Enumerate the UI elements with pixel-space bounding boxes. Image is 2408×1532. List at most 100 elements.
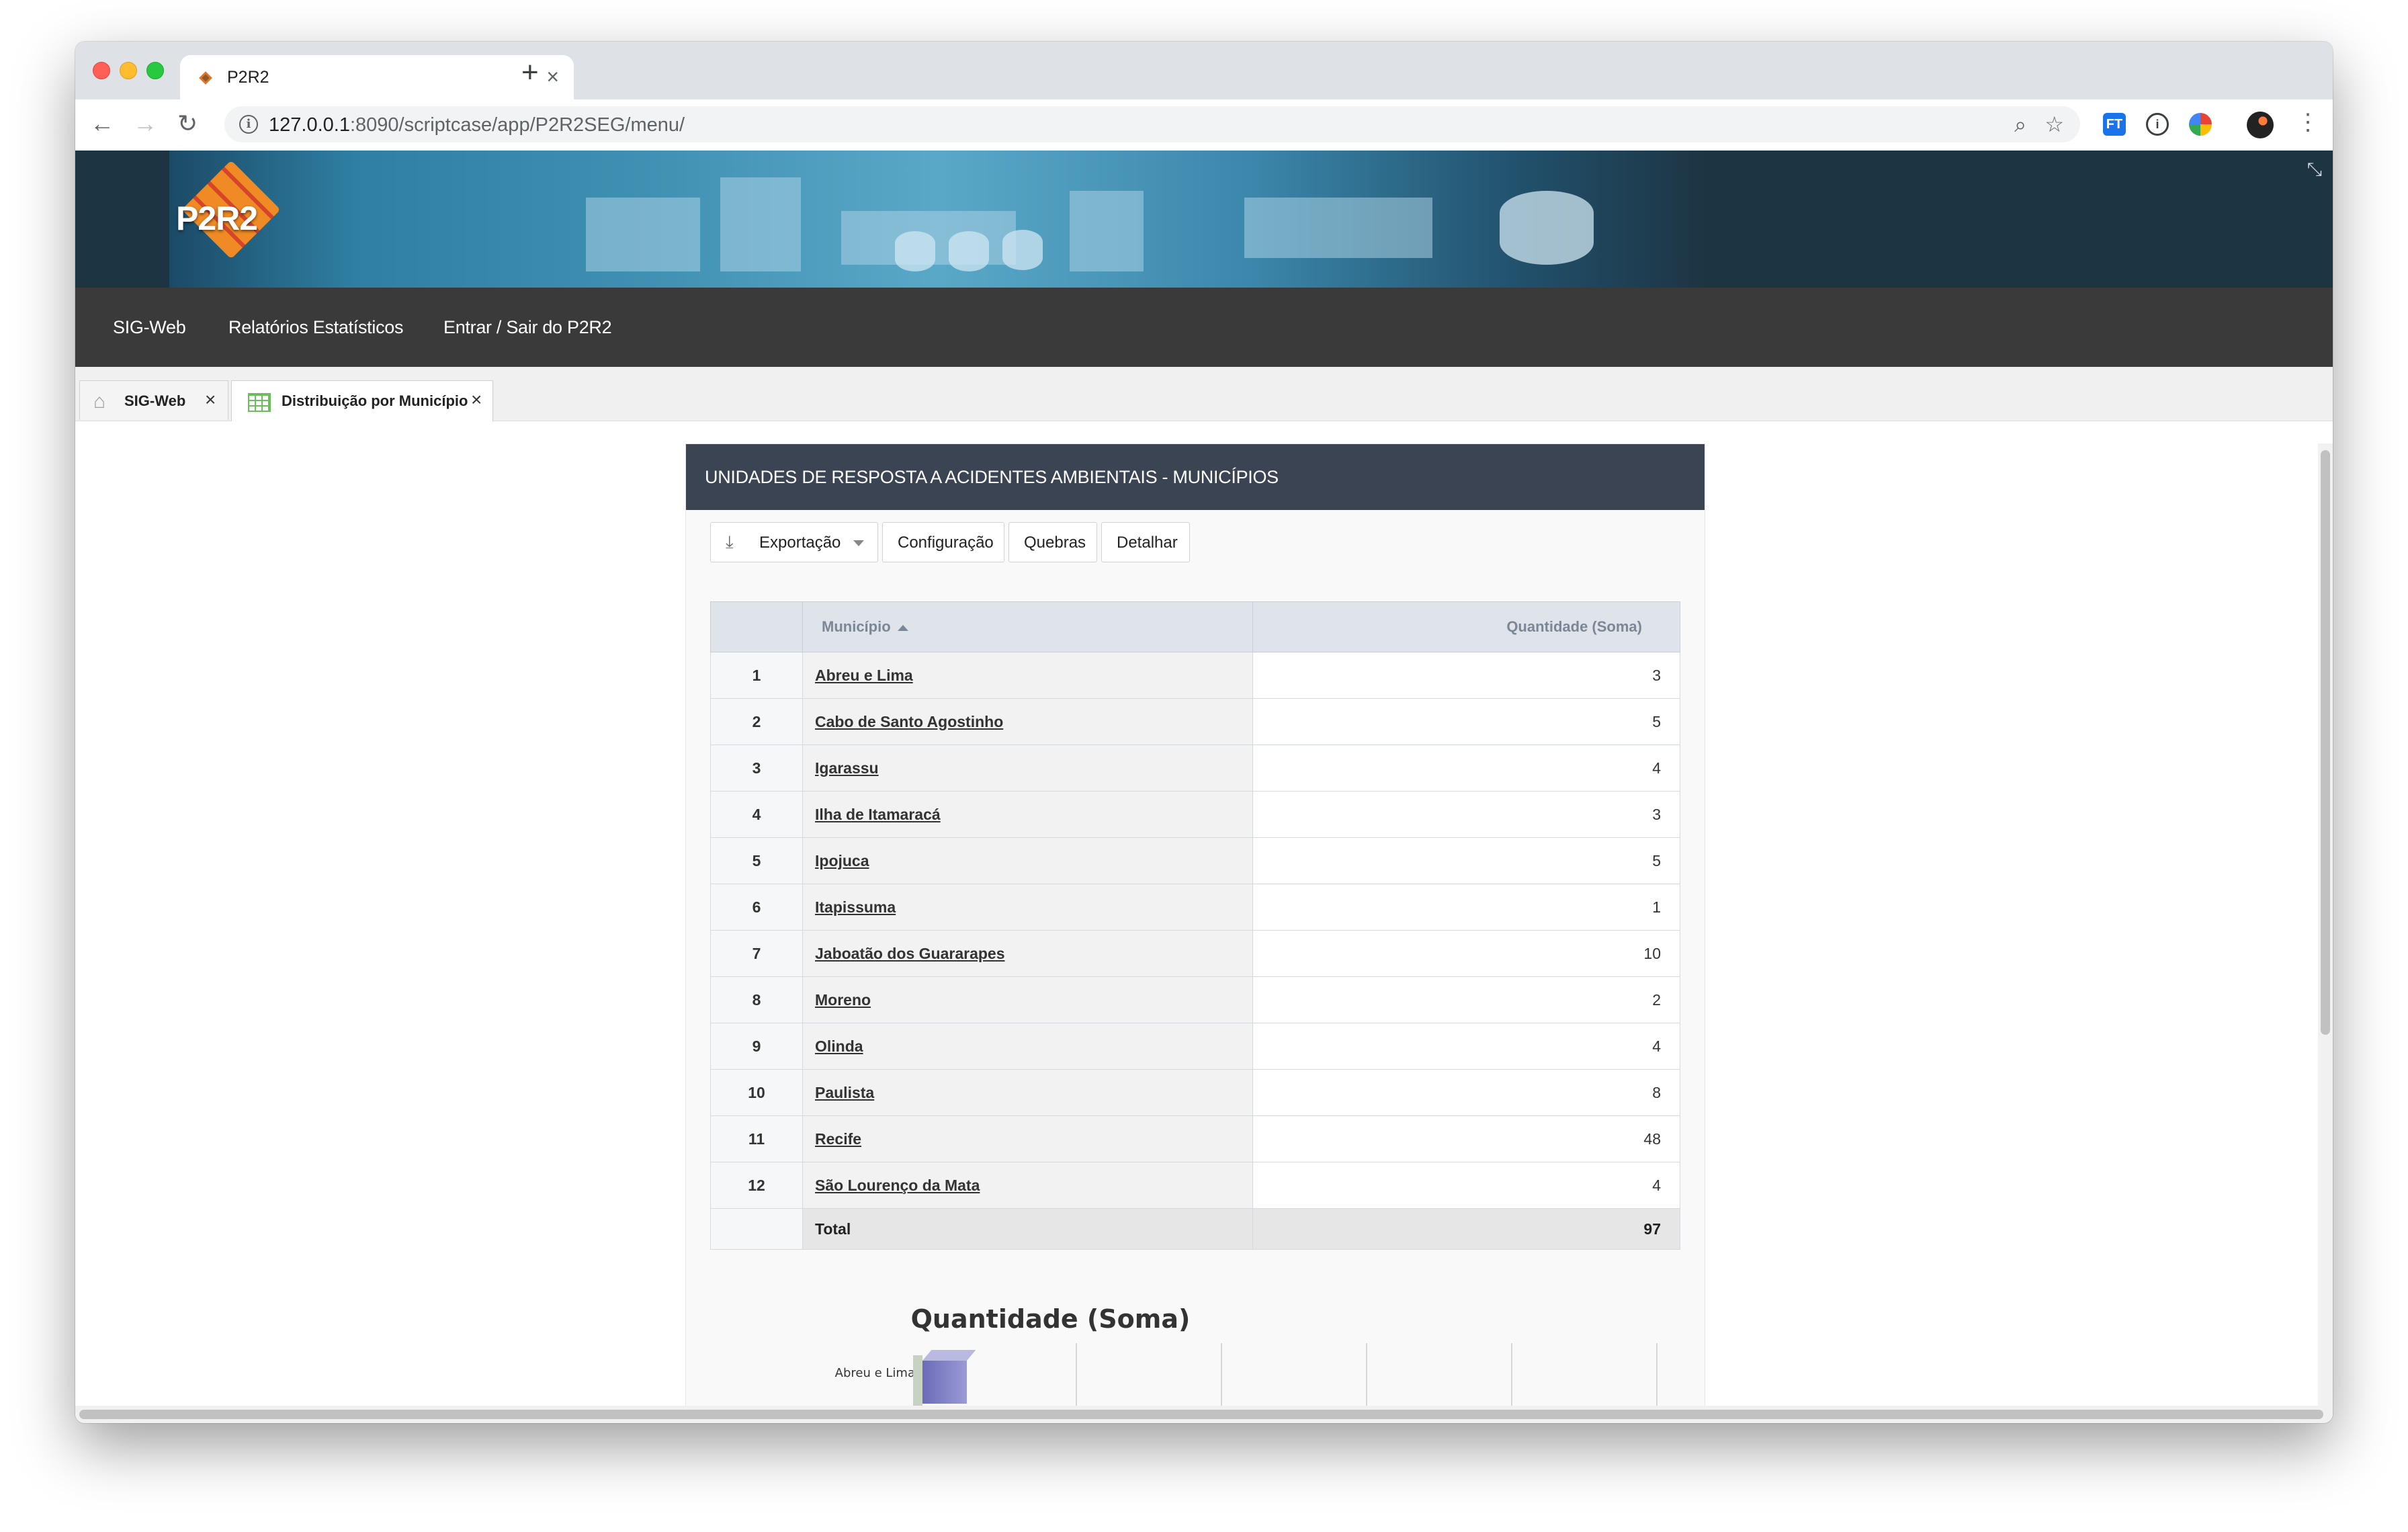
close-tab-icon[interactable]: × — [546, 65, 559, 89]
chart-bar-side — [913, 1355, 922, 1409]
municipio-link[interactable]: Jaboatão dos Guararapes — [815, 945, 1005, 962]
municipio-link[interactable]: São Lourenço da Mata — [815, 1177, 980, 1194]
table-row: 1 Abreu e Lima 3 — [710, 652, 1680, 699]
extension-ft-icon[interactable]: FT — [2103, 113, 2126, 136]
zoom-window-button[interactable] — [146, 62, 164, 79]
municipio-cell: Ipojuca — [802, 837, 1253, 884]
site-info-icon[interactable]: i — [239, 115, 258, 134]
quantidade-cell: 5 — [1252, 698, 1680, 745]
municipio-link[interactable]: Ipojuca — [815, 852, 869, 869]
quantidade-cell: 4 — [1252, 744, 1680, 792]
municipio-link[interactable]: Moreno — [815, 991, 871, 1009]
config-button[interactable]: Configuração — [882, 522, 1004, 562]
browser-toolbar: ← → ↻ i 127.0.0.1:8090/scriptcase/app/P2… — [75, 99, 2333, 151]
breaks-label: Quebras — [1024, 534, 1086, 552]
row-number: 4 — [710, 791, 803, 838]
close-tab-distribuicao-icon[interactable]: × — [471, 389, 482, 411]
url-text[interactable]: 127.0.0.1:8090/scriptcase/app/P2R2SEG/me… — [269, 114, 685, 136]
municipio-cell: Abreu e Lima — [802, 652, 1253, 699]
row-number: 9 — [710, 1023, 803, 1070]
row-number: 1 — [710, 652, 803, 699]
back-arrow-icon[interactable]: ← — [90, 110, 114, 137]
breaks-button[interactable]: Quebras — [1008, 522, 1097, 562]
tab-distribuicao-label: Distribuição por Município — [282, 392, 468, 409]
menu-item-relatorios[interactable]: Relatórios Estatísticos — [228, 317, 404, 338]
vertical-scrollbar[interactable] — [2318, 443, 2333, 1423]
municipio-link[interactable]: Olinda — [815, 1037, 863, 1055]
row-number: 6 — [710, 884, 803, 931]
browser-menu-icon[interactable]: ⋮ — [2296, 109, 2319, 136]
horizontal-scroll-thumb[interactable] — [79, 1410, 2323, 1419]
municipio-link[interactable]: Cabo de Santo Agostinho — [815, 713, 1003, 730]
profile-avatar[interactable] — [2247, 112, 2274, 138]
sort-ascending-icon[interactable] — [897, 624, 908, 631]
municipio-link[interactable]: Paulista — [815, 1084, 874, 1101]
table-row: 2 Cabo de Santo Agostinho 5 — [710, 698, 1680, 745]
municipio-link[interactable]: Recife — [815, 1130, 861, 1148]
tab-sig-web[interactable]: ⌂ SIG-Web × — [79, 380, 228, 420]
chart-title: Quantidade (Soma) — [910, 1304, 1191, 1334]
quantidade-cell: 10 — [1252, 930, 1680, 977]
app-tabs-bar: ⌂ SIG-Web × Distribuição por Município × — [75, 367, 2333, 421]
quantidade-column-header[interactable]: Quantidade (Soma) — [1252, 601, 1680, 652]
table-row: 3 Igarassu 4 — [710, 744, 1680, 792]
municipio-cell: São Lourenço da Mata — [802, 1162, 1253, 1209]
export-button[interactable]: ⤓ Exportação — [710, 522, 878, 562]
total-row: Total 97 — [710, 1208, 1680, 1250]
quantidade-cell: 4 — [1252, 1162, 1680, 1209]
table-row: 9 Olinda 4 — [710, 1023, 1680, 1070]
table-row: 8 Moreno 2 — [710, 976, 1680, 1023]
municipio-cell: Paulista — [802, 1069, 1253, 1116]
table-row: 12 São Lourenço da Mata 4 — [710, 1162, 1680, 1209]
municipio-link[interactable]: Abreu e Lima — [815, 667, 913, 684]
forward-arrow-icon[interactable]: → — [133, 110, 157, 137]
chevron-down-icon — [853, 540, 864, 546]
bookmark-star-icon[interactable]: ☆ — [2045, 113, 2064, 136]
menu-item-sig-web[interactable]: SIG-Web — [113, 317, 186, 338]
row-number: 7 — [710, 930, 803, 977]
row-number: 8 — [710, 976, 803, 1023]
minimize-window-button[interactable] — [120, 62, 137, 79]
p2r2-logo[interactable]: P2R2 — [169, 160, 284, 265]
table-row: 4 Ilha de Itamaracá 3 — [710, 791, 1680, 838]
row-number: 12 — [710, 1162, 803, 1209]
tab-distribuicao[interactable]: Distribuição por Município × — [231, 380, 493, 421]
browser-tab[interactable]: P2R2 × — [180, 55, 574, 99]
table-row: 10 Paulista 8 — [710, 1069, 1680, 1116]
quantidade-cell: 48 — [1252, 1115, 1680, 1162]
export-label: Exportação — [759, 534, 841, 552]
municipio-column-header[interactable]: Município — [802, 601, 1253, 652]
detail-button[interactable]: Detalhar — [1101, 522, 1190, 562]
tab-sig-web-label: SIG-Web — [124, 392, 186, 409]
chart-bar[interactable] — [913, 1350, 976, 1409]
grid-icon — [248, 393, 271, 412]
p2r2-favicon-icon — [199, 71, 212, 85]
row-number: 10 — [710, 1069, 803, 1116]
extension-color-wheel-icon[interactable] — [2189, 113, 2212, 136]
reload-icon[interactable]: ↻ — [177, 110, 198, 137]
home-icon: ⌂ — [93, 390, 106, 413]
row-number-header — [710, 601, 803, 652]
municipio-link[interactable]: Igarassu — [815, 759, 879, 777]
quantidade-cell: 5 — [1252, 837, 1680, 884]
chart-category-label: Abreu e Lima — [834, 1366, 915, 1380]
vertical-scroll-thumb[interactable] — [2321, 450, 2330, 1035]
menu-item-entrar-sair[interactable]: Entrar / Sair do P2R2 — [443, 317, 612, 338]
municipio-link[interactable]: Itapissuma — [815, 898, 896, 916]
url-host: 127.0.0.1 — [269, 114, 350, 136]
url-path: :8090/scriptcase/app/P2R2SEG/menu/ — [349, 114, 685, 136]
quantidade-cell: 4 — [1252, 1023, 1680, 1070]
chart-bar-front — [922, 1361, 968, 1404]
row-number: 3 — [710, 744, 803, 792]
row-number: 11 — [710, 1115, 803, 1162]
address-bar[interactable]: i 127.0.0.1:8090/scriptcase/app/P2R2SEG/… — [224, 106, 2080, 142]
zoom-icon[interactable]: ⌕ — [2014, 113, 2026, 136]
municipio-link[interactable]: Ilha de Itamaracá — [815, 806, 941, 823]
close-tab-sig-web-icon[interactable]: × — [205, 389, 216, 411]
close-window-button[interactable] — [93, 62, 110, 79]
expand-icon[interactable]: ⤡ — [2307, 159, 2322, 181]
horizontal-scrollbar[interactable] — [75, 1406, 2333, 1423]
extension-info-icon[interactable]: i — [2146, 113, 2169, 136]
new-tab-icon[interactable]: + — [521, 56, 539, 89]
total-value: 97 — [1252, 1208, 1680, 1250]
